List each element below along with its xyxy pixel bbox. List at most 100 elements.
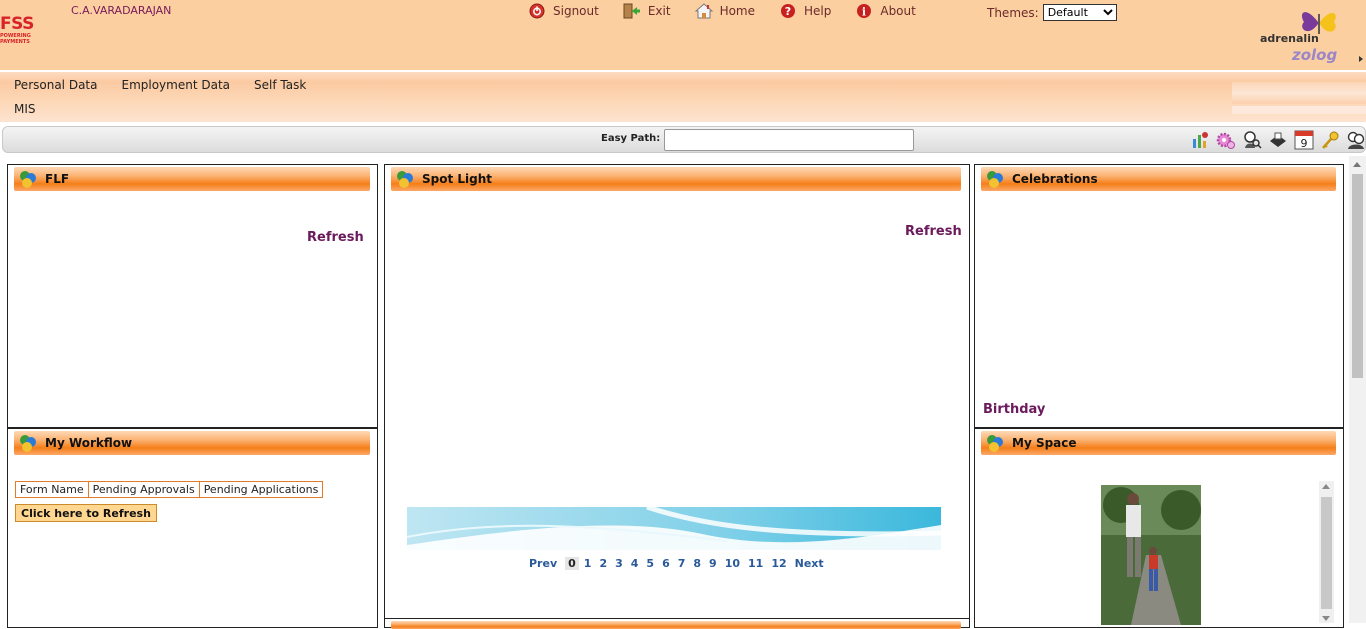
settings-gear-icon[interactable] bbox=[1215, 129, 1236, 150]
themes-select[interactable]: Default bbox=[1042, 4, 1117, 21]
pager-page[interactable]: 10 bbox=[725, 557, 740, 570]
workflow-refresh-button[interactable]: Click here to Refresh bbox=[15, 504, 157, 522]
spotlight-panel-title-bar: Spot Light bbox=[391, 167, 961, 191]
pager-page[interactable]: 3 bbox=[615, 557, 623, 570]
logo-text: FSS bbox=[0, 14, 34, 34]
user-name: C.A.VARADARAJAN bbox=[71, 4, 172, 17]
spotlight-refresh-link[interactable]: Refresh bbox=[905, 224, 962, 239]
pager-page-current[interactable]: 0 bbox=[565, 557, 579, 570]
pager-next[interactable]: Next bbox=[795, 557, 824, 570]
page-scroll-thumb[interactable] bbox=[1352, 174, 1363, 378]
celebrations-panel-title-bar: Celebrations bbox=[981, 167, 1336, 191]
help-icon: ? bbox=[779, 2, 797, 20]
exit-label: Exit bbox=[647, 4, 671, 18]
app-header: FSS POWERING PAYMENTS C.A.VARADARAJAN Si… bbox=[0, 0, 1366, 70]
expand-arrow-icon[interactable] bbox=[1359, 56, 1363, 62]
spotlight-lower-panel bbox=[384, 618, 970, 629]
help-label: Help bbox=[804, 4, 832, 18]
portlet-icon bbox=[20, 171, 36, 188]
brand-adrenalin-text: adrenalin bbox=[1260, 32, 1319, 45]
column-header-form-name: Form Name bbox=[15, 481, 89, 498]
home-label: Home bbox=[719, 4, 755, 18]
menu-item-self-task[interactable]: Self Task bbox=[254, 78, 306, 92]
workflow-panel-title: My Workflow bbox=[45, 436, 133, 450]
spotlight-pager: Prev 0 1 2 3 4 5 6 7 8 9 10 11 12 Next bbox=[529, 557, 832, 570]
quick-tools: 9 bbox=[1189, 129, 1366, 150]
home-icon bbox=[694, 2, 713, 20]
pager-page[interactable]: 8 bbox=[693, 557, 701, 570]
svg-text:?: ? bbox=[785, 5, 791, 18]
exit-link[interactable]: Exit bbox=[623, 2, 671, 20]
my-space-scrollbar[interactable] bbox=[1319, 481, 1334, 623]
top-nav: Signout Exit Home ? Help i About bbox=[528, 2, 940, 20]
workflow-table: Form Name Pending Approvals Pending Appl… bbox=[15, 481, 324, 498]
pager-page[interactable]: 2 bbox=[599, 557, 607, 570]
logo-tagline-2: PAYMENTS bbox=[0, 39, 30, 45]
myspace-panel-title-bar: My Space bbox=[981, 431, 1336, 455]
people-icon[interactable] bbox=[1345, 129, 1366, 150]
flf-refresh-link[interactable]: Refresh bbox=[307, 230, 364, 245]
flf-panel-title-bar: FLF bbox=[14, 167, 370, 191]
themes-label: Themes: bbox=[987, 5, 1039, 20]
svg-text:i: i bbox=[862, 6, 866, 19]
calendar-day: 9 bbox=[1300, 137, 1307, 150]
signout-link[interactable]: Signout bbox=[528, 2, 599, 20]
my-workflow-panel: My Workflow Form Name Pending Approvals … bbox=[7, 428, 378, 628]
about-icon: i bbox=[855, 2, 873, 20]
signout-icon bbox=[528, 2, 546, 20]
user-search-icon[interactable] bbox=[1241, 129, 1262, 150]
flf-panel-title: FLF bbox=[45, 172, 70, 186]
pager-page[interactable]: 11 bbox=[748, 557, 763, 570]
pager-page[interactable]: 9 bbox=[709, 557, 717, 570]
brand-zolog-text: zolog bbox=[1292, 46, 1338, 64]
easy-path-input[interactable] bbox=[664, 129, 914, 151]
my-space-photo bbox=[1101, 485, 1201, 625]
my-space-panel: My Space bbox=[974, 428, 1344, 628]
menu-item-mis[interactable]: MIS bbox=[14, 102, 36, 116]
lower-panel-title-bar bbox=[391, 621, 961, 629]
pager-page[interactable]: 4 bbox=[631, 557, 639, 570]
easy-path-bar: Easy Path: 9 bbox=[2, 126, 1366, 153]
page-scroll-up-icon[interactable] bbox=[1353, 162, 1361, 167]
key-icon[interactable] bbox=[1319, 129, 1340, 150]
portlet-icon bbox=[397, 171, 413, 188]
menu-decoration-strip bbox=[1232, 106, 1366, 114]
pager-page[interactable]: 12 bbox=[771, 557, 786, 570]
home-link[interactable]: Home bbox=[694, 2, 755, 20]
pager-page[interactable]: 6 bbox=[662, 557, 670, 570]
pager-page[interactable]: 1 bbox=[584, 557, 592, 570]
table-header-row: Form Name Pending Approvals Pending Appl… bbox=[15, 481, 324, 498]
portlet-icon bbox=[987, 435, 1003, 452]
help-link[interactable]: ? Help bbox=[779, 2, 831, 20]
scroll-thumb[interactable] bbox=[1321, 497, 1332, 609]
workflow-panel-title-bar: My Workflow bbox=[14, 431, 370, 455]
pager-page[interactable]: 5 bbox=[646, 557, 654, 570]
pager-prev[interactable]: Prev bbox=[529, 557, 557, 570]
column-header-pending-applications: Pending Applications bbox=[198, 481, 324, 498]
menu-decoration bbox=[1232, 82, 1366, 104]
scroll-up-icon[interactable] bbox=[1322, 484, 1330, 489]
calendar-icon[interactable]: 9 bbox=[1293, 129, 1314, 150]
spotlight-banner-image bbox=[407, 507, 941, 550]
adrenalin-brand-logo: adrenalin zolog bbox=[1258, 4, 1358, 66]
spotlight-panel-title: Spot Light bbox=[422, 172, 493, 186]
reports-icon[interactable] bbox=[1189, 129, 1210, 150]
menu-item-personal-data[interactable]: Personal Data bbox=[14, 78, 97, 92]
portlet-icon bbox=[987, 171, 1003, 188]
flf-panel: FLF Refresh bbox=[7, 164, 378, 428]
pager-page[interactable]: 7 bbox=[678, 557, 686, 570]
inbox-icon[interactable] bbox=[1267, 129, 1288, 150]
birthday-heading[interactable]: Birthday bbox=[983, 402, 1045, 417]
scroll-down-icon[interactable] bbox=[1322, 616, 1330, 621]
exit-icon bbox=[623, 2, 641, 20]
signout-label: Signout bbox=[553, 4, 599, 18]
spotlight-panel: Spot Light Refresh Prev 0 1 2 3 4 5 6 7 … bbox=[384, 164, 970, 619]
menu-item-employment-data[interactable]: Employment Data bbox=[121, 78, 230, 92]
main-menu-bar: Personal Data Employment Data Self Task … bbox=[0, 72, 1366, 122]
myspace-panel-title: My Space bbox=[1012, 436, 1077, 450]
celebrations-panel-title: Celebrations bbox=[1012, 172, 1098, 186]
page-scrollbar[interactable] bbox=[1349, 156, 1366, 623]
about-link[interactable]: i About bbox=[855, 2, 916, 20]
menu-row-1: Personal Data Employment Data Self Task bbox=[14, 78, 330, 92]
portlet-icon bbox=[20, 435, 36, 452]
